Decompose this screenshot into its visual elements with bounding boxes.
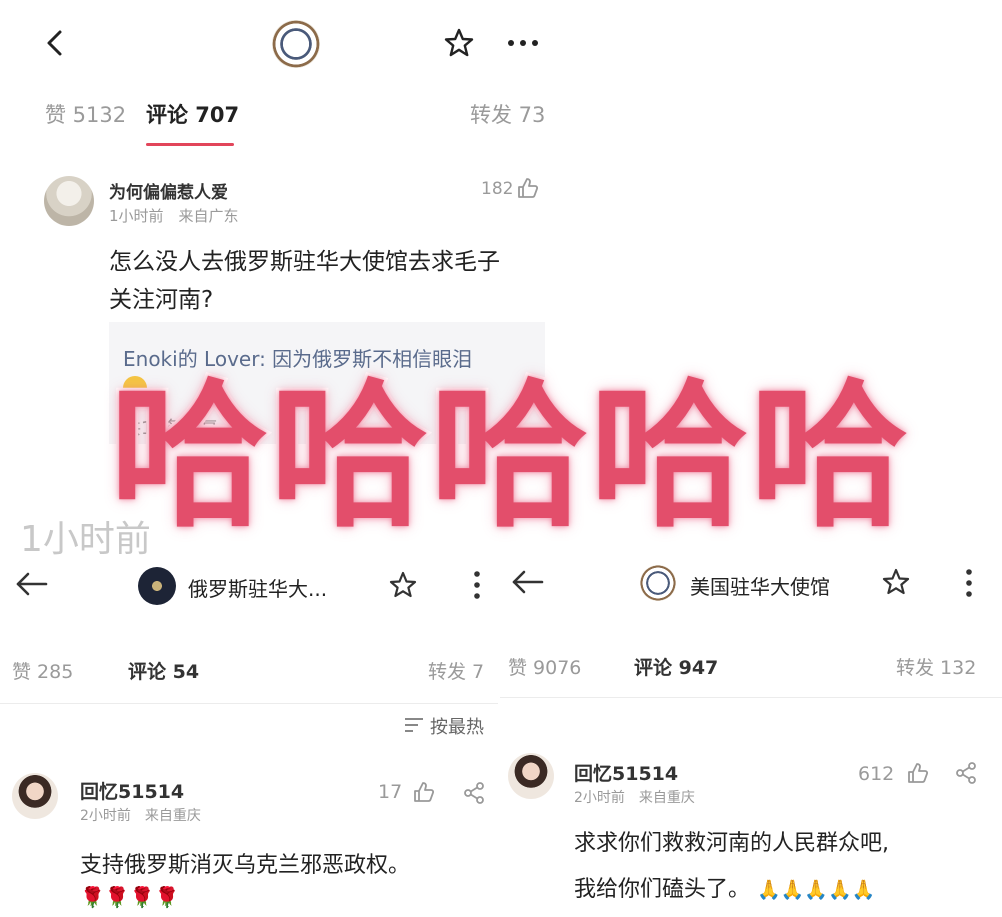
tabs-divider bbox=[0, 703, 498, 704]
back-button[interactable] bbox=[14, 571, 48, 597]
comment-text-line1: 求求你们救救河南的人民群众吧, bbox=[574, 831, 889, 856]
tab-comments[interactable]: 评论 707 bbox=[146, 99, 239, 129]
back-button[interactable] bbox=[40, 28, 70, 58]
share-button[interactable] bbox=[462, 781, 486, 805]
russia-embassy-screenshot: 俄罗斯驻华大... 赞 285 评论 54 转发 7 按最热 回忆51514 2… bbox=[0, 555, 498, 917]
comment-author[interactable]: 为何偏偏惹人爱 bbox=[109, 178, 228, 203]
arrow-left-icon bbox=[512, 570, 544, 594]
more-vertical-icon bbox=[474, 571, 480, 599]
share-icon bbox=[464, 782, 484, 804]
tabs-divider bbox=[500, 697, 1002, 698]
tab-likes[interactable]: 赞 285 bbox=[12, 657, 73, 684]
account-avatar-seal[interactable] bbox=[640, 565, 676, 601]
star-icon bbox=[389, 571, 417, 598]
arrow-left-icon bbox=[16, 572, 48, 596]
comment-avatar[interactable] bbox=[44, 176, 94, 226]
comment-emoji: 🙏🙏🙏🙏🙏 bbox=[757, 879, 876, 901]
comment-avatar[interactable] bbox=[508, 753, 554, 799]
account-avatar-seal[interactable] bbox=[138, 567, 176, 605]
comment-like-count: 612 bbox=[858, 763, 895, 785]
comment-text-line2: 关注河南? bbox=[109, 287, 214, 313]
star-icon bbox=[882, 568, 910, 595]
thumbs-up-icon bbox=[908, 763, 928, 783]
more-dots-icon bbox=[508, 40, 538, 46]
comment-like-count: 182 bbox=[481, 179, 514, 199]
more-vertical-icon bbox=[966, 569, 972, 597]
more-button[interactable] bbox=[472, 569, 482, 601]
star-icon bbox=[444, 28, 474, 57]
share-icon bbox=[956, 762, 976, 784]
comment-author[interactable]: 回忆51514 bbox=[80, 777, 184, 804]
favorite-button[interactable] bbox=[388, 570, 418, 600]
more-button[interactable] bbox=[506, 38, 540, 48]
comment-avatar[interactable] bbox=[12, 773, 58, 819]
us-embassy-screenshot: 美国驻华大使馆 赞 9076 评论 947 转发 132 回忆51514 2小时… bbox=[500, 555, 1002, 917]
tab-comments[interactable]: 评论 54 bbox=[128, 657, 199, 684]
comment-text-line1: 怎么没人去俄罗斯驻华大使馆去求毛子 bbox=[109, 249, 500, 275]
comment-emoji: 🌹🌹🌹🌹 bbox=[80, 885, 180, 909]
tab-reposts[interactable]: 转发 7 bbox=[428, 657, 484, 684]
thumbs-up-icon bbox=[518, 178, 538, 198]
back-button[interactable] bbox=[510, 569, 544, 595]
tab-comments[interactable]: 评论 947 bbox=[634, 653, 718, 680]
comment-text: 支持俄罗斯消灭乌克兰邪恶政权。 bbox=[80, 853, 411, 878]
more-button[interactable] bbox=[964, 567, 974, 599]
tab-likes[interactable]: 赞 5132 bbox=[45, 99, 126, 129]
sort-label: 按最热 bbox=[430, 717, 484, 738]
overlay-laughing-text: 哈哈哈哈哈 bbox=[107, 365, 911, 549]
comment-like-button[interactable] bbox=[412, 781, 434, 803]
thumbs-up-icon bbox=[414, 782, 434, 802]
favorite-button[interactable] bbox=[443, 27, 475, 59]
comment-like-count: 17 bbox=[378, 781, 403, 803]
account-name[interactable]: 俄罗斯驻华大... bbox=[188, 573, 327, 602]
comment-like-button[interactable] bbox=[906, 762, 928, 784]
account-name[interactable]: 美国驻华大使馆 bbox=[690, 571, 830, 600]
comment-like-button[interactable] bbox=[516, 177, 538, 199]
comment-meta: 2小时前 来自重庆 bbox=[574, 790, 695, 806]
comment-text-line2: 我给你们磕头了。 🙏🙏🙏🙏🙏 bbox=[574, 871, 875, 903]
comment-meta: 1小时前 来自广东 bbox=[109, 207, 239, 225]
tab-active-indicator bbox=[146, 143, 234, 146]
share-button[interactable] bbox=[954, 761, 978, 785]
tab-reposts[interactable]: 转发 73 bbox=[470, 99, 545, 129]
sort-icon bbox=[405, 718, 423, 732]
tab-reposts[interactable]: 转发 132 bbox=[896, 653, 976, 680]
comment-meta: 2小时前 来自重庆 bbox=[80, 808, 201, 824]
tab-likes[interactable]: 赞 9076 bbox=[508, 653, 581, 680]
account-avatar-seal[interactable] bbox=[272, 20, 320, 68]
comment-author[interactable]: 回忆51514 bbox=[574, 759, 678, 786]
favorite-button[interactable] bbox=[881, 567, 911, 597]
comment-text-line2-text: 我给你们磕头了。 bbox=[574, 877, 751, 902]
chevron-left-icon bbox=[47, 30, 62, 56]
